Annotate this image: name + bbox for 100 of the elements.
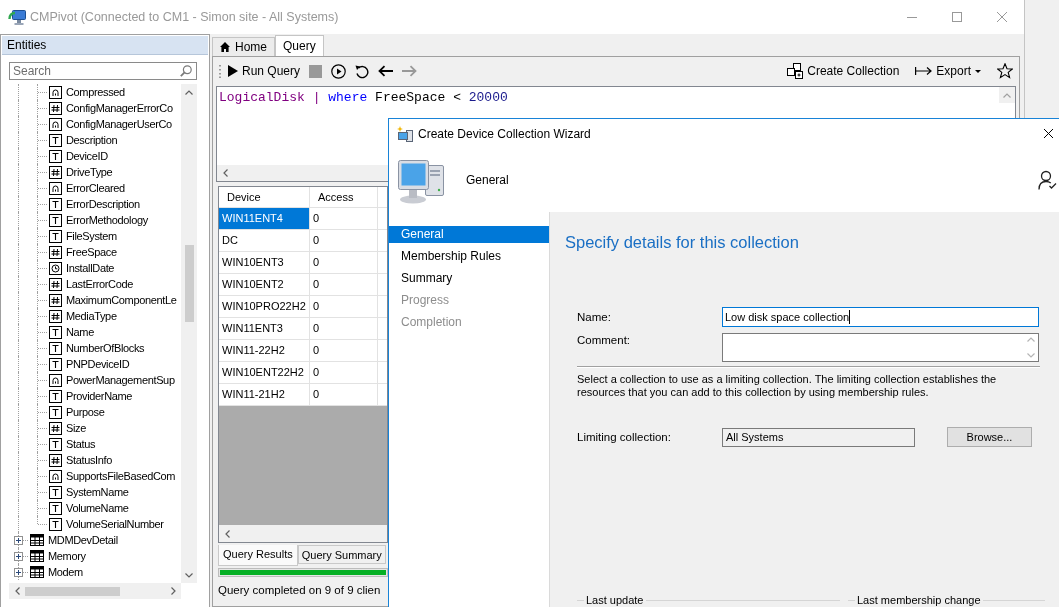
chevron-up-icon[interactable] [185, 89, 193, 95]
vertical-scrollbar[interactable] [181, 84, 197, 583]
tree-item[interactable]: SupportsFileBasedCom [66, 468, 176, 484]
tab[interactable]: Query Summary [297, 545, 386, 564]
tree-item[interactable]: LastErrorCode [66, 276, 133, 292]
name-field[interactable]: Low disk space collection [722, 307, 1039, 327]
tree-item[interactable]: MDMDevDetail [48, 532, 118, 548]
table-cell[interactable]: WIN11-22H2 [219, 340, 310, 362]
search-icon [180, 65, 192, 77]
text-type-icon [49, 149, 62, 163]
scrollbar-thumb[interactable] [25, 586, 120, 596]
table-cell[interactable]: WIN11-21H2 [219, 384, 310, 406]
tree-item[interactable]: NumberOfBlocks [66, 340, 145, 356]
computer-icon [397, 125, 413, 142]
description-text: Select a collection to use as a limiting collection. The limiting collection establishes the resources that you can add to this collection by using membership rules. [577, 373, 998, 399]
table-cell[interactable]: WIN10ENT3 [219, 252, 310, 274]
table-cell[interactable]: WIN11ENT4 [219, 208, 310, 230]
field-label: Limiting collection: [577, 431, 672, 443]
table-cell[interactable]: DC [219, 230, 310, 252]
table-cell: 0 [310, 318, 378, 340]
table-cell[interactable]: WIN10PRO22H2 [219, 296, 310, 318]
tree-item[interactable]: Compressed [66, 84, 125, 100]
tab[interactable]: Query [275, 35, 324, 56]
stop-icon [309, 64, 323, 78]
browse-button[interactable]: Browse... [947, 427, 1032, 447]
tree-item[interactable]: Description [66, 132, 118, 148]
tree-item[interactable]: SystemName [66, 484, 129, 500]
hash-icon [49, 453, 62, 467]
search-field[interactable]: Search [9, 62, 197, 80]
tree-item[interactable]: Size [66, 420, 86, 436]
text-type-icon [49, 501, 62, 515]
clock-icon [49, 261, 62, 275]
expand-icon[interactable] [14, 535, 23, 545]
wizard-step: Summary [389, 270, 549, 287]
chevron-down-icon[interactable] [185, 572, 193, 578]
tree-item[interactable]: ConfigManagerErrorCo [66, 100, 173, 116]
hash-icon [49, 277, 62, 291]
tree-item[interactable]: ConfigManagerUserCo [66, 116, 172, 132]
wizard-step: Progress [389, 292, 549, 309]
caret-icon [975, 69, 981, 73]
table-icon [30, 566, 44, 578]
column-header[interactable]: Access [310, 187, 378, 208]
page-title: General [466, 173, 510, 187]
tree-item[interactable]: InstallDate [66, 260, 115, 276]
chevron-left-icon[interactable] [222, 169, 228, 177]
tree-item[interactable]: PowerManagementSup [66, 372, 175, 388]
tree-item[interactable]: StatusInfo [66, 452, 113, 468]
tree-item[interactable]: Modem [48, 564, 83, 580]
toggle-icon [49, 85, 62, 99]
text-type-icon [49, 341, 62, 355]
chevron-left-icon[interactable] [224, 529, 230, 538]
horizontal-scrollbar[interactable] [217, 165, 389, 181]
expand-icon[interactable] [14, 567, 23, 577]
window-title: CMPivot (Connected to CM1 - Simon site - All Systems) [30, 10, 340, 24]
tree-item[interactable]: FreeSpace [66, 244, 117, 260]
column-header[interactable]: Device [219, 187, 310, 208]
table-cell[interactable]: WIN10ENT22H2 [219, 362, 310, 384]
expand-icon[interactable] [14, 551, 23, 561]
tab[interactable]: Home [212, 37, 275, 56]
chevron-up-icon[interactable] [1003, 92, 1011, 98]
chevron-left-icon[interactable] [14, 587, 20, 595]
tree-item[interactable]: VolumeName [66, 500, 129, 516]
close-icon[interactable] [1044, 129, 1053, 138]
export-button[interactable]: Export [912, 60, 984, 82]
tab[interactable]: Query Results [218, 545, 298, 566]
tree-item[interactable]: ProviderName [66, 388, 133, 404]
tree-item[interactable]: PNPDeviceID [66, 356, 130, 372]
chevron-right-icon[interactable] [170, 587, 176, 595]
text-type-icon [49, 325, 62, 339]
table-icon [30, 534, 44, 546]
tree-item[interactable]: Status [66, 436, 96, 452]
star-button[interactable] [994, 60, 1016, 82]
scrollbar-thumb[interactable] [184, 245, 194, 322]
tree-item[interactable]: ErrorCleared [66, 180, 125, 196]
query-text: LogicalDisk | where FreeSpace < 20000 [219, 90, 508, 106]
horizontal-scrollbar[interactable] [9, 583, 181, 599]
text-type-icon [49, 229, 62, 243]
tree-item[interactable]: MaximumComponentLe [66, 292, 177, 308]
field-label: Comment: [577, 333, 632, 346]
table-cell[interactable]: WIN10ENT2 [219, 274, 310, 296]
minimize-icon [906, 16, 917, 18]
tree-item[interactable]: MediaType [66, 308, 117, 324]
tree-item[interactable]: Name [66, 324, 94, 340]
tree-item[interactable]: Memory [48, 548, 86, 564]
text-cursor-icon [849, 310, 851, 324]
star-icon [997, 63, 1013, 79]
tree-item[interactable]: ErrorMethodology [66, 212, 148, 228]
tree-item[interactable]: DeviceID [66, 148, 108, 164]
table-cell: 0 [310, 252, 378, 274]
tree-item[interactable]: FileSystem [66, 228, 117, 244]
run-query-button[interactable]: Run Query [225, 60, 304, 82]
arrow-left-icon [378, 65, 394, 77]
tree-item[interactable]: VolumeSerialNumber [66, 516, 164, 532]
tree-item[interactable]: ErrorDescription [66, 196, 140, 212]
tree-item[interactable]: Purpose [66, 404, 105, 420]
tree-item[interactable]: DriveType [66, 164, 113, 180]
table-cell[interactable]: WIN11ENT3 [219, 318, 310, 340]
create-collection-button[interactable]: Create Collection [784, 60, 903, 82]
limiting-collection-field[interactable]: All Systems [722, 427, 915, 447]
horizontal-scrollbar[interactable] [219, 525, 387, 542]
